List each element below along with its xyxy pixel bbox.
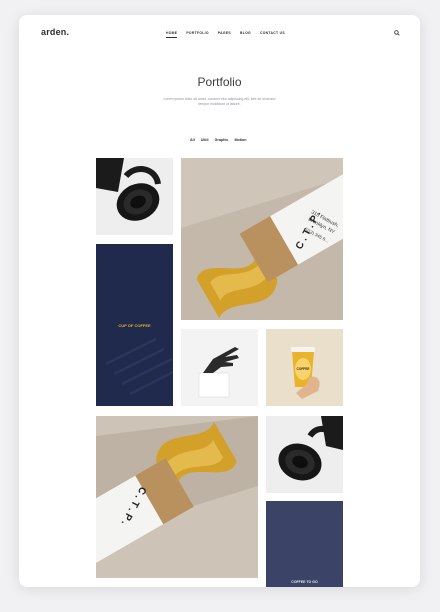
tube-image: C . T . P . 315 Flatbush, Brooklyn, NY (… (181, 158, 343, 320)
filter-motion[interactable]: Motion (234, 138, 246, 142)
nav-item-blog[interactable]: BLOG (240, 31, 251, 38)
nav-item-pages[interactable]: PAGES (218, 31, 231, 38)
filter-graphic[interactable]: Graphic (215, 138, 229, 142)
nav-item-contact-us[interactable]: CONTACT US (260, 31, 285, 38)
portfolio-item-lid-2[interactable] (266, 416, 343, 493)
cup-label: COFFEE (297, 367, 310, 371)
tube-2-image: C . T . P . (96, 416, 258, 578)
filter-uiiiii[interactable]: Uiiiii (201, 138, 209, 142)
poster-image: CUP OF COFFEE (96, 244, 173, 406)
main-nav: HOME PORTFOLIO PAGES BLOG CONTACT US (166, 31, 285, 38)
portfolio-filters: All Uiiiii Graphic Motion (190, 138, 247, 142)
filter-all[interactable]: All (190, 138, 195, 142)
lid-2-image (266, 416, 343, 493)
cup-image: COFFEE (266, 329, 343, 406)
page-card: arden. HOME PORTFOLIO PAGES BLOG CONTACT… (19, 15, 420, 587)
poster-2-image: COFFEE TO GO (266, 501, 343, 587)
portfolio-item-cup[interactable]: COFFEE (266, 329, 343, 406)
portfolio-item-lid[interactable] (96, 158, 173, 235)
hand-image (181, 329, 258, 406)
nav-item-home[interactable]: HOME (166, 31, 178, 38)
portfolio-item-poster-2[interactable]: COFFEE TO GO (266, 501, 343, 587)
portfolio-item-tube-2[interactable]: C . T . P . (96, 416, 258, 578)
portfolio-item-hand[interactable] (181, 329, 258, 406)
search-icon[interactable] (394, 30, 400, 36)
portfolio-item-poster[interactable]: CUP OF COFFEE (96, 244, 173, 406)
poster-2-text: COFFEE TO GO (291, 580, 318, 584)
poster-text: CUP OF COFFEE (118, 323, 151, 328)
logo[interactable]: arden. (41, 27, 69, 37)
portfolio-item-tube[interactable]: C . T . P . 315 Flatbush, Brooklyn, NY (… (181, 158, 343, 320)
page-subtitle: Lorem ipsum dolor sit amet, consect etur… (163, 97, 276, 106)
lid-image (96, 158, 173, 235)
page-title: Portfolio (197, 75, 242, 89)
nav-item-portfolio[interactable]: PORTFOLIO (186, 31, 208, 38)
